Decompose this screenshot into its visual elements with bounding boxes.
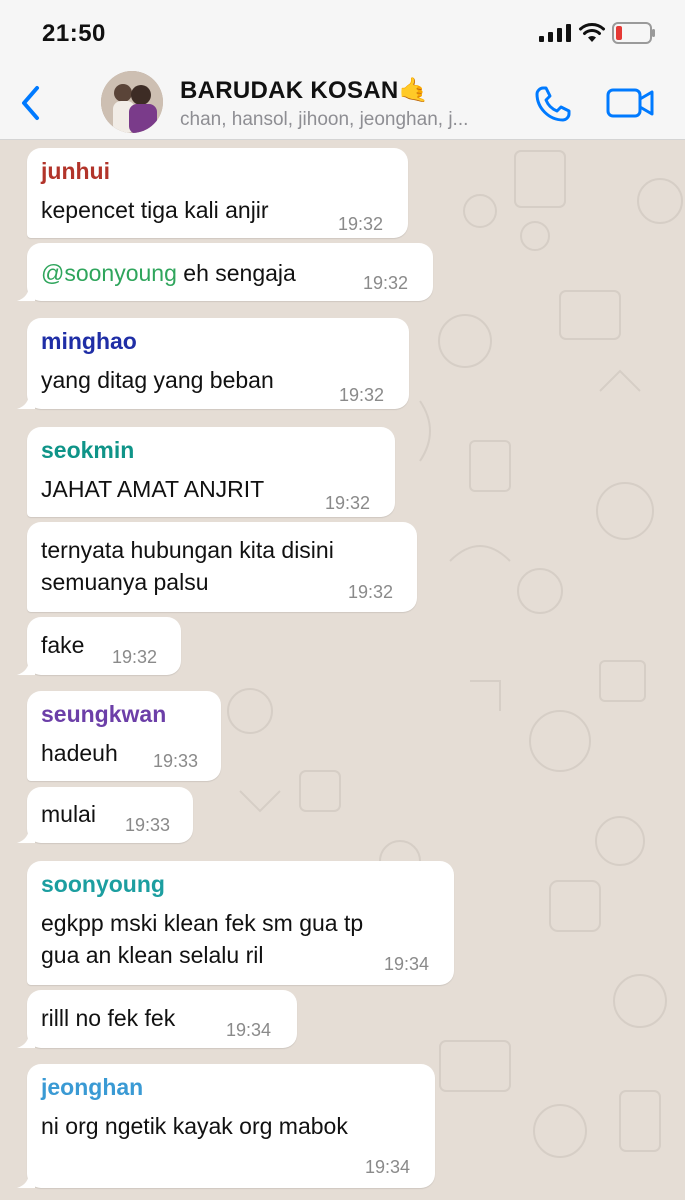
message-time: 19:32 — [112, 647, 158, 667]
message-time: 19:34 — [365, 1157, 411, 1177]
message-bubble[interactable]: @soonyoung eh sengaja 19:32 — [17, 243, 433, 301]
message-time: 19:32 — [339, 385, 385, 405]
message-time: 19:33 — [125, 815, 171, 835]
wifi-icon — [579, 23, 605, 42]
message-bubble[interactable]: mulai 19:33 — [17, 787, 193, 843]
back-button[interactable] — [10, 80, 50, 126]
message-time: 19:33 — [153, 751, 199, 771]
chevron-left-icon — [22, 86, 39, 120]
bubble-tail — [17, 393, 35, 409]
battery-low-icon — [612, 22, 655, 44]
message-text: ternyata hubungan kita disini — [41, 537, 334, 563]
message-text: fake — [41, 632, 85, 658]
mention-link[interactable]: @soonyoung — [41, 260, 177, 286]
message-bubble[interactable]: seokmin JAHAT AMAT ANJRIT 19:32 — [27, 427, 395, 517]
message-text: hadeuh — [41, 740, 118, 766]
message-bubble[interactable]: jeonghan ni org ngetik kayak org mabok 1… — [17, 1064, 435, 1188]
status-time: 21:50 — [42, 20, 106, 47]
message-sender: seungkwan — [41, 701, 167, 727]
message-bubble[interactable]: fake 19:32 — [17, 617, 181, 675]
message-sender: junhui — [41, 158, 110, 184]
chat-area[interactable]: junhui kepencet tiga kali anjir 19:32 @s… — [0, 141, 685, 1200]
group-avatar[interactable] — [101, 71, 163, 133]
message-text: rilll no fek fek — [41, 1005, 176, 1031]
message-text: yang ditag yang beban — [41, 367, 274, 393]
video-call-icon[interactable] — [606, 86, 654, 120]
bubble-tail — [17, 659, 35, 675]
message-bubble[interactable]: junhui kepencet tiga kali anjir 19:32 — [27, 148, 408, 238]
bubble-tail — [17, 1172, 35, 1188]
message-sender: minghao — [41, 328, 137, 354]
message-bubble[interactable]: soonyoung egkpp mski klean fek sm gua tp… — [27, 861, 454, 985]
message-text: mulai — [41, 801, 96, 827]
chat-participants: chan, hansol, jihoon, jeonghan, j... — [180, 109, 469, 130]
message-bubble[interactable]: minghao yang ditag yang beban 19:32 — [17, 318, 409, 409]
message-sender: seokmin — [41, 437, 135, 463]
message-text: gua an klean selalu ril — [41, 942, 264, 968]
bubble-tail — [17, 827, 35, 843]
message-bubble[interactable]: rilll no fek fek 19:34 — [17, 990, 297, 1048]
message-time: 19:32 — [363, 273, 409, 293]
phone-call-icon[interactable] — [533, 84, 573, 124]
message-text-rest: eh sengaja — [176, 260, 296, 286]
message-time: 19:32 — [325, 493, 371, 513]
group-photo-icon — [101, 71, 163, 133]
chat-title-block[interactable]: BARUDAK KOSAN🤙 chan, hansol, jihoon, jeo… — [180, 76, 520, 131]
cellular-signal-icon — [539, 24, 571, 42]
message-text: @soonyoung eh sengaja — [41, 257, 296, 289]
message-bubble[interactable]: seungkwan hadeuh 19:33 — [27, 691, 221, 781]
message-text: egkpp mski klean fek sm gua tp — [41, 910, 364, 936]
message-sender: jeonghan — [41, 1074, 144, 1100]
message-sender: soonyoung — [41, 871, 165, 897]
status-bar: 21:50 — [0, 0, 685, 68]
chat-title: BARUDAK KOSAN🤙 — [180, 77, 429, 104]
message-time: 19:34 — [226, 1020, 272, 1040]
bubble-tail — [17, 1032, 35, 1048]
message-bubble[interactable]: ternyata hubungan kita disini semuanya p… — [27, 522, 417, 612]
message-text: semuanya palsu — [41, 569, 209, 595]
message-text: ni org ngetik kayak org mabok — [41, 1113, 348, 1139]
message-time: 19:32 — [348, 582, 394, 602]
message-time: 19:34 — [384, 954, 430, 974]
message-time: 19:32 — [338, 214, 384, 234]
bubble-tail — [17, 285, 35, 301]
message-text: kepencet tiga kali anjir — [41, 197, 269, 223]
chat-header: BARUDAK KOSAN🤙 chan, hansol, jihoon, jeo… — [0, 68, 685, 140]
message-text: JAHAT AMAT ANJRIT — [41, 476, 265, 502]
